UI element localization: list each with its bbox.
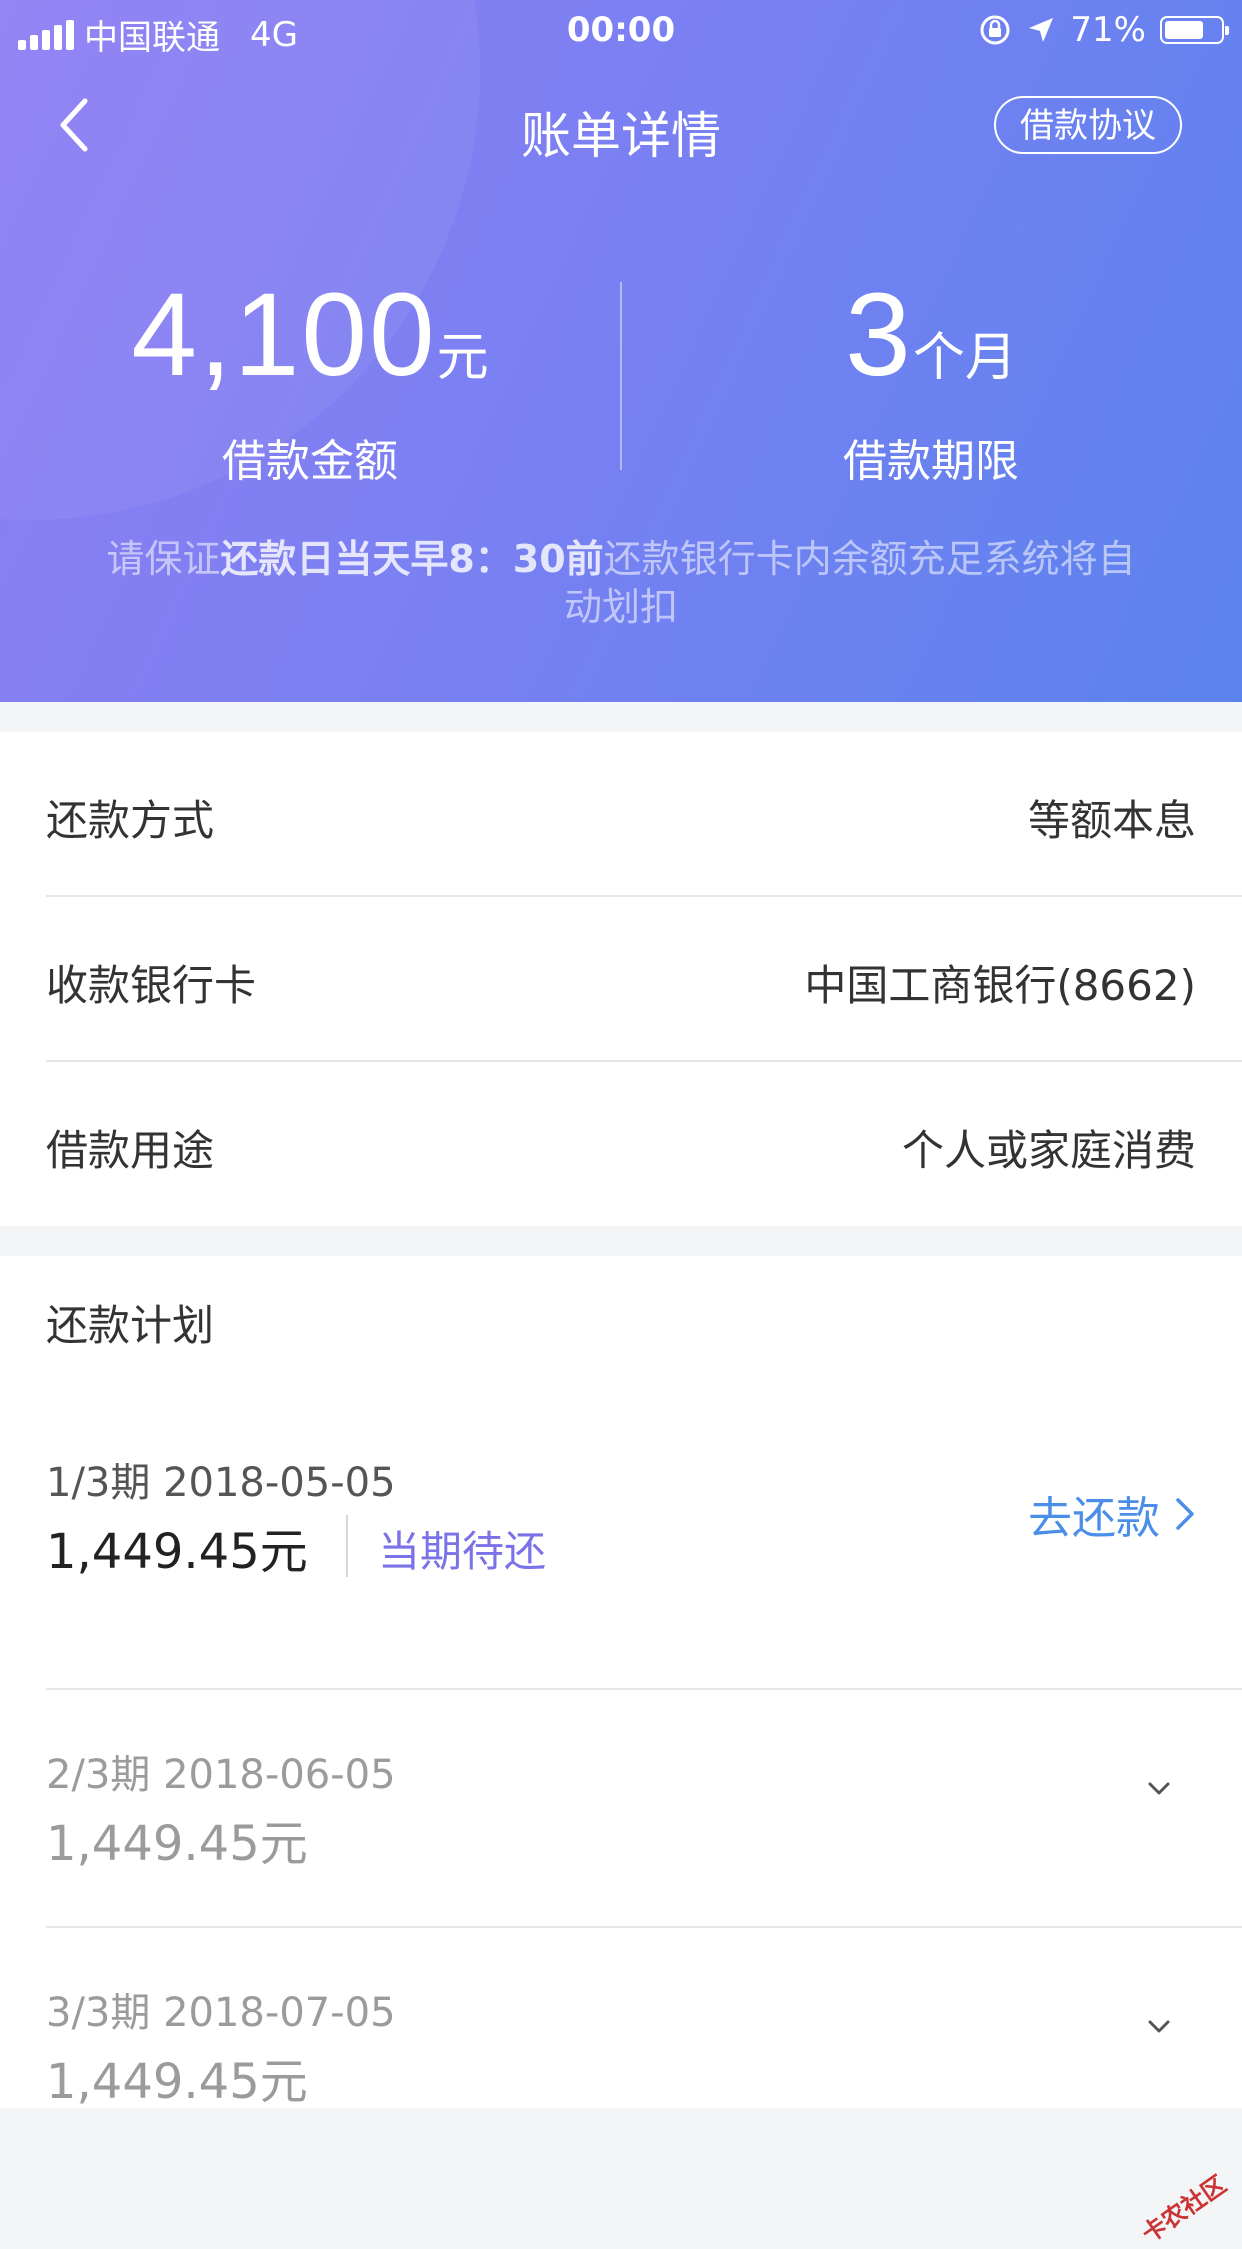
rotation-lock-icon [980,15,1010,45]
loan-term-label: 借款期限 [843,436,1019,487]
installment-row-1[interactable]: 1/3期 2018-05-05 1,449.45元 当期待还 去还款 [0,1450,1242,1690]
loan-term-unit: 个月 [912,328,1017,388]
watermark: 卡农社区 [1136,2170,1232,2249]
info-row-repayment-method: 还款方式 等额本息 [0,732,1242,897]
installment-period: 2/3期 2018-06-05 [46,1752,396,1798]
loan-amount-label: 借款金额 [222,436,398,487]
repay-now-label: 去还款 [1028,1493,1160,1544]
notice-text: 请保证 [106,537,221,581]
info-value: 个人或家庭消费 [901,1126,1196,1175]
loan-amount-unit: 元 [436,328,489,388]
loan-agreement-button[interactable]: 借款协议 [994,96,1182,154]
auto-debit-notice: 请保证还款日当天早8：30前还款银行卡内余额充足系统将自动划扣 [100,535,1142,631]
info-key: 借款用途 [46,1126,215,1175]
installment-row-2[interactable]: 2/3期 2018-06-05 1,449.45元 [0,1690,1242,1928]
loan-term-value: 3 [845,269,913,401]
amount-status-divider [346,1515,348,1577]
info-key: 收款银行卡 [46,961,257,1010]
installment-period: 3/3期 2018-07-05 [46,1990,396,2036]
installment-amount: 1,449.45元 [46,1524,308,1580]
loan-amount-block: 4,100元 借款金额 [0,265,620,489]
info-key: 还款方式 [46,796,215,845]
loan-info-card: 还款方式 等额本息 收款银行卡 中国工商银行(8662) 借款用途 个人或家庭消… [0,732,1242,1226]
notice-text: 还款银行卡内余额充足系统将自动划扣 [563,537,1136,629]
location-icon [1029,18,1054,42]
installment-row-3[interactable]: 3/3期 2018-07-05 1,449.45元 [0,1928,1242,2166]
chevron-down-icon[interactable] [1144,2012,1174,2042]
installment-amount: 1,449.45元 [46,2054,308,2110]
repay-now-button[interactable]: 去还款 [1028,1482,1196,1546]
header-banner: 中国联通 4G 00:00 71% 账单详情 借款协议 4,100元 借款金额 … [0,0,1242,702]
info-value: 等额本息 [1027,796,1196,845]
info-value: 中国工商银行(8662) [804,961,1196,1010]
status-bar: 中国联通 4G 00:00 71% [0,0,1242,64]
loan-term-block: 3个月 借款期限 [621,265,1241,489]
battery-icon [1160,16,1229,44]
loan-amount-value: 4,100 [131,269,437,401]
installment-status: 当期待还 [378,1527,547,1576]
notice-highlight: 还款日当天早8：30前 [220,537,604,581]
installment-amount: 1,449.45元 [46,1816,308,1872]
info-row-bank-card: 收款银行卡 中国工商银行(8662) [0,897,1242,1062]
battery-percent: 71% [1070,10,1146,50]
info-row-loan-purpose: 借款用途 个人或家庭消费 [0,1062,1242,1227]
chevron-right-icon [1176,1498,1194,1530]
chevron-down-icon[interactable] [1144,1774,1174,1804]
installment-period: 1/3期 2018-05-05 [46,1460,396,1506]
repayment-plan-card: 还款计划 1/3期 2018-05-05 1,449.45元 当期待还 去还款 … [0,1256,1242,2110]
repayment-plan-title: 还款计划 [46,1301,215,1350]
